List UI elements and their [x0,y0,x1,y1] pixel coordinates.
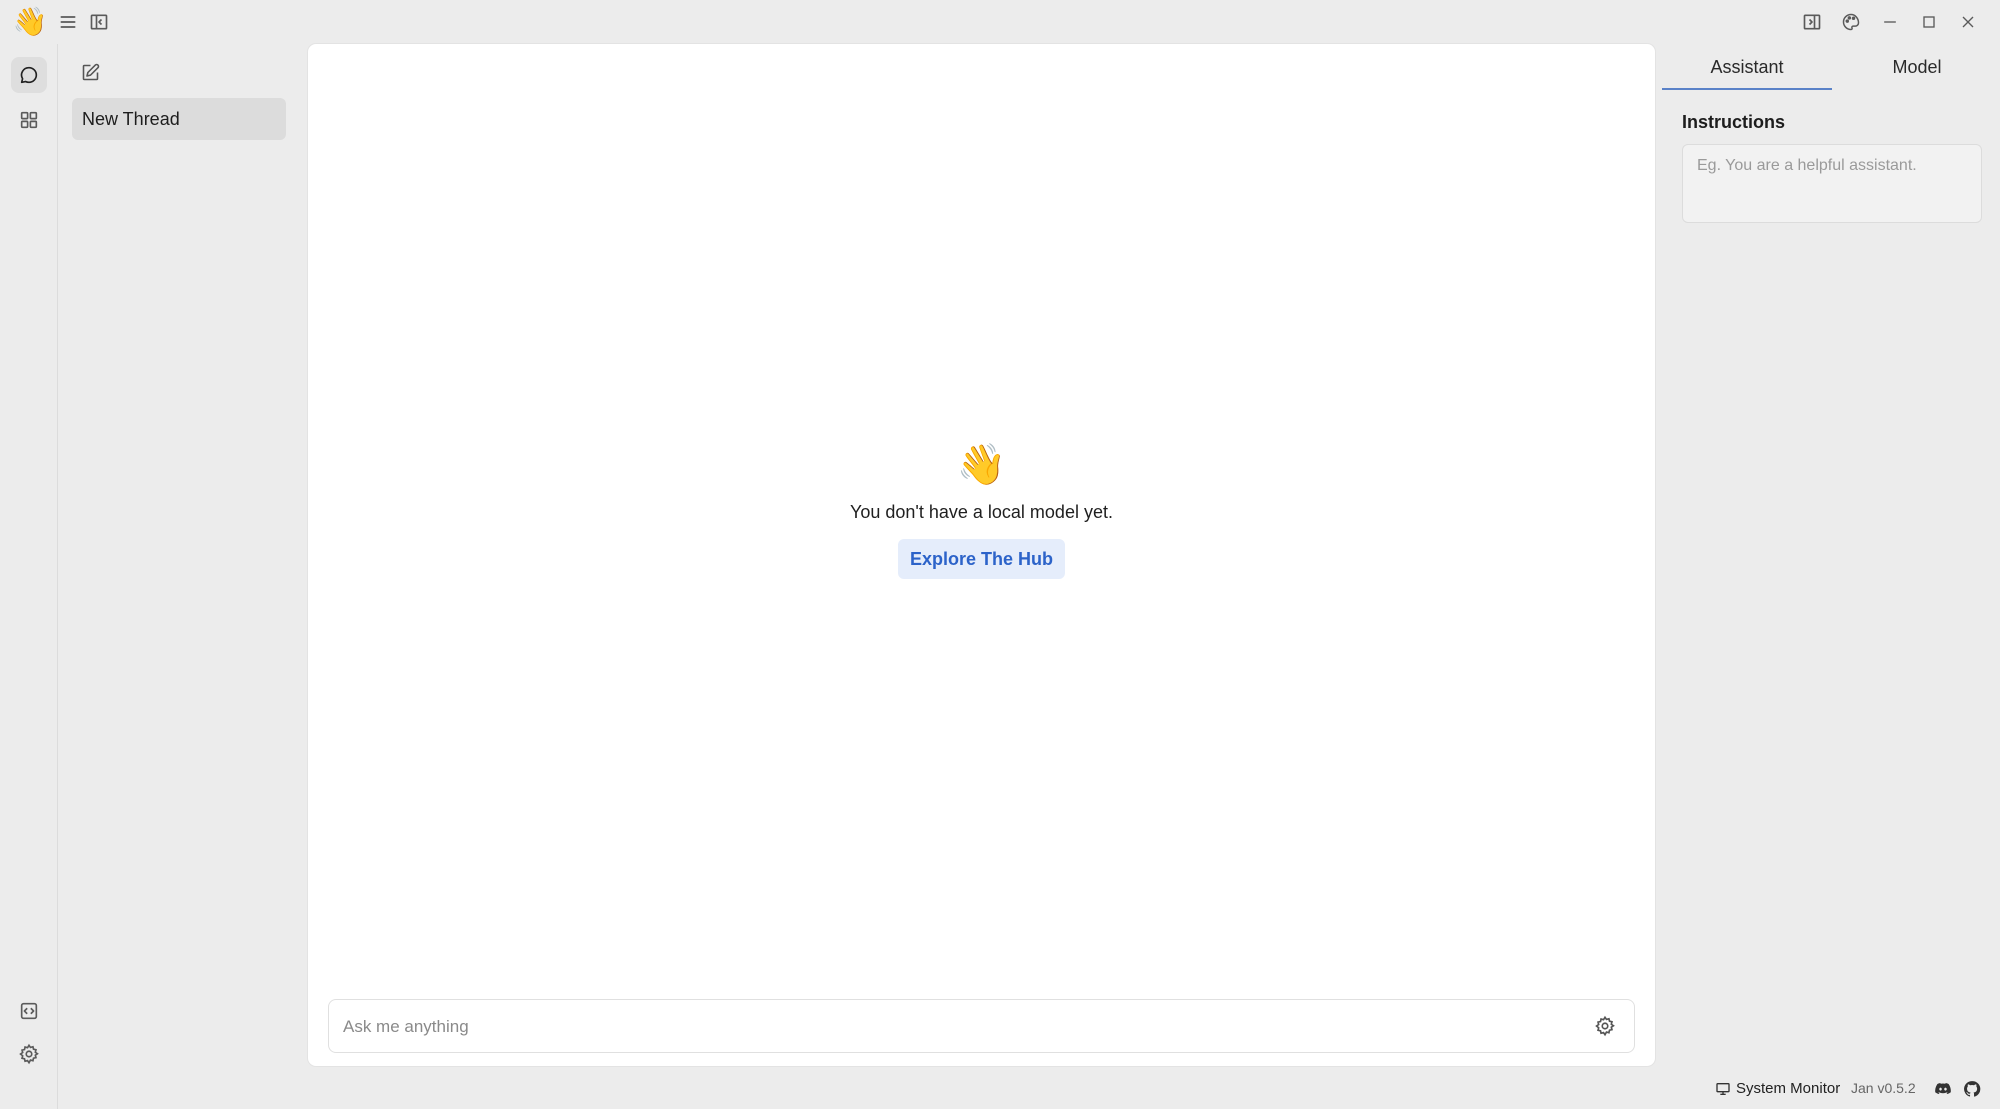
title-bar: 👋 [0,0,2000,44]
close-icon[interactable] [1953,7,1983,37]
panel-left-icon[interactable] [84,7,114,37]
github-icon[interactable] [1963,1080,1981,1098]
status-bar: System Monitor Jan v0.5.2 [1710,1078,2000,1100]
monitor-icon [1716,1083,1730,1095]
hamburger-icon[interactable] [53,7,83,37]
app-logo-icon: 👋 [12,6,48,37]
waving-hand-icon: 👋 [956,443,1007,487]
explore-hub-button[interactable]: Explore The Hub [898,539,1065,579]
discord-icon[interactable] [1934,1080,1952,1098]
system-monitor-button[interactable]: System Monitor [1736,1080,1840,1097]
panel-right-icon[interactable] [1797,7,1827,37]
gear-icon[interactable] [1592,1013,1618,1039]
maximize-icon[interactable] [1914,7,1944,37]
instructions-field[interactable] [1682,144,1982,223]
tab-assistant[interactable]: Assistant [1662,44,1832,90]
message-input[interactable] [343,1012,1573,1042]
thread-list: New Thread [58,44,298,1109]
gear-icon[interactable] [11,1036,47,1072]
thread-item[interactable]: New Thread [72,98,286,140]
grid-icon[interactable] [11,102,47,138]
edit-icon[interactable] [75,57,105,87]
message-composer [328,999,1635,1053]
app-version: Jan v0.5.2 [1851,1080,1916,1096]
code-box-icon[interactable] [11,993,47,1029]
left-rail [0,44,58,1109]
chat-panel: 👋 You don't have a local model yet. Expl… [308,44,1655,1066]
empty-state-message: You don't have a local model yet. [850,502,1113,522]
palette-icon[interactable] [1836,7,1866,37]
minimize-icon[interactable] [1875,7,1905,37]
chat-bubble-icon[interactable] [11,57,47,93]
tab-model[interactable]: Model [1832,44,2000,90]
settings-panel: Assistant Model Instructions [1662,44,2000,1064]
instructions-label: Instructions [1682,112,1786,132]
